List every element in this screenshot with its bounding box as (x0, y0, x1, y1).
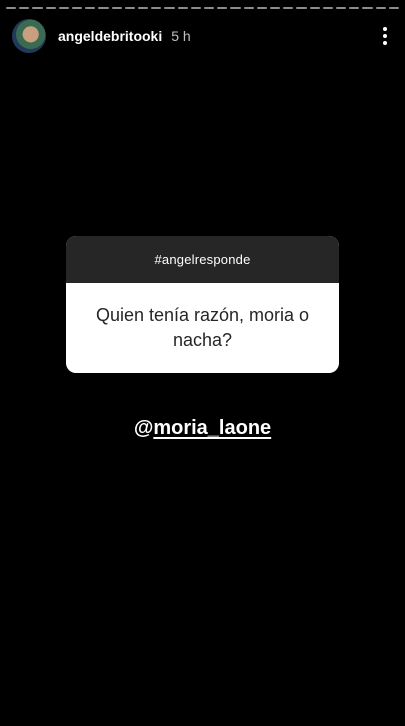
mention-handle[interactable]: moria_laone (153, 417, 271, 439)
progress-segment (124, 7, 136, 9)
progress-segment (309, 7, 320, 9)
progress-segment (190, 7, 202, 9)
progress-segment (283, 7, 294, 9)
question-sticker-header: #angelresponde (66, 236, 339, 283)
progress-segment (243, 7, 254, 9)
question-text: Quien tenía razón, moria o nacha? (95, 305, 310, 350)
progress-segment (138, 7, 149, 9)
avatar[interactable] (12, 19, 46, 53)
progress-segment (85, 7, 96, 9)
progress-segment (230, 7, 241, 9)
progress-segment (375, 7, 386, 9)
progress-segment (349, 7, 360, 9)
post-time: 5 h (171, 28, 191, 44)
question-sticker[interactable]: #angelresponde Quien tenía razón, moria … (66, 236, 339, 373)
progress-segment (6, 7, 17, 9)
progress-segment (217, 7, 228, 9)
progress-segment (256, 7, 268, 9)
progress-segment (45, 7, 56, 9)
story-progress-bar (6, 7, 400, 9)
more-dot (383, 41, 387, 45)
username[interactable]: angeldebritooki (58, 28, 162, 44)
more-dot (383, 27, 387, 31)
progress-segment (270, 7, 281, 9)
mention-at: @ (133, 417, 154, 439)
mention-sticker[interactable]: @moria_laone (0, 417, 405, 440)
more-dot (383, 34, 387, 38)
progress-segment (111, 7, 122, 9)
progress-segment (58, 7, 70, 9)
progress-segment (98, 7, 109, 9)
progress-segment (72, 7, 83, 9)
progress-segment (322, 7, 334, 9)
progress-segment (296, 7, 307, 9)
progress-segment (177, 7, 188, 9)
progress-segment (204, 7, 215, 9)
progress-segment (164, 7, 175, 9)
story-header: angeldebritooki 5 h (12, 18, 393, 54)
more-icon[interactable] (377, 25, 393, 47)
progress-segment (32, 7, 43, 9)
progress-segment (19, 7, 30, 9)
progress-segment (362, 7, 373, 9)
progress-segment (388, 7, 400, 9)
progress-segment (336, 7, 347, 9)
progress-segment (151, 7, 162, 9)
